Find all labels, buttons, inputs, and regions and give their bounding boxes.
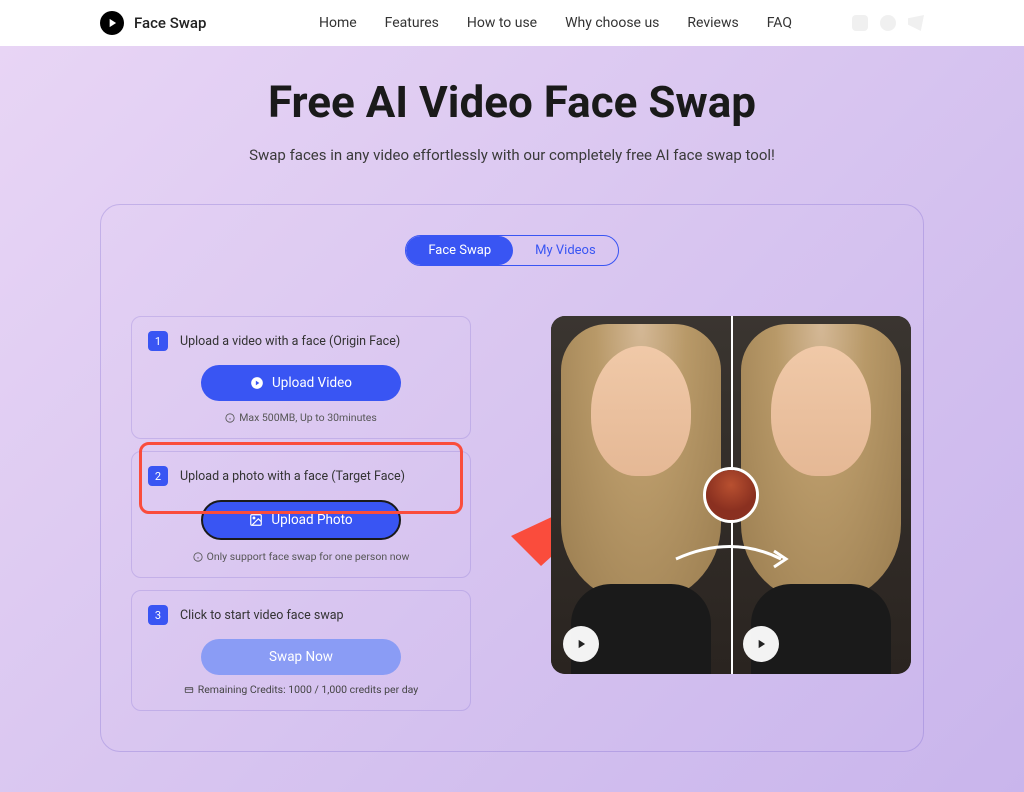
tab-group: Face Swap My Videos bbox=[405, 235, 618, 266]
credits-text: Remaining Credits: 1000 / 1,000 credits … bbox=[148, 683, 454, 696]
play-icon bbox=[574, 637, 588, 651]
main-content: 1 Upload a video with a face (Origin Fac… bbox=[131, 316, 893, 711]
nav: Home Features How to use Why choose us R… bbox=[319, 15, 792, 31]
play-right-button[interactable] bbox=[743, 626, 779, 662]
social-links bbox=[852, 15, 924, 31]
main-card: Face Swap My Videos 1 Upload a video wit… bbox=[100, 204, 924, 752]
step-2-text: Upload a photo with a face (Target Face) bbox=[180, 469, 405, 484]
twitter-icon[interactable] bbox=[908, 15, 924, 31]
swap-now-label: Swap Now bbox=[269, 649, 333, 665]
step-3-text: Click to start video face swap bbox=[180, 608, 344, 623]
play-left-button[interactable] bbox=[563, 626, 599, 662]
swap-now-button[interactable]: Swap Now bbox=[201, 639, 401, 675]
brand-text: Face Swap bbox=[134, 14, 206, 32]
header: Face Swap Home Features How to use Why c… bbox=[0, 0, 1024, 46]
facebook-icon[interactable] bbox=[880, 15, 896, 31]
step-1-number: 1 bbox=[148, 331, 168, 351]
info-icon bbox=[225, 413, 235, 423]
upload-photo-button[interactable]: Upload Photo bbox=[201, 500, 401, 540]
instagram-icon[interactable] bbox=[852, 15, 868, 31]
swap-arrow-icon bbox=[666, 539, 796, 579]
preview-panel bbox=[551, 316, 911, 674]
hero-section: Free AI Video Face Swap Swap faces in an… bbox=[0, 46, 1024, 792]
step-2-number: 2 bbox=[148, 466, 168, 486]
page-subtitle: Swap faces in any video effortlessly wit… bbox=[100, 146, 924, 164]
nav-features[interactable]: Features bbox=[385, 15, 439, 31]
play-icon bbox=[754, 637, 768, 651]
step-1: 1 Upload a video with a face (Origin Fac… bbox=[131, 316, 471, 439]
nav-why-choose-us[interactable]: Why choose us bbox=[565, 15, 659, 31]
credits-icon bbox=[184, 685, 194, 695]
nav-faq[interactable]: FAQ bbox=[767, 15, 792, 31]
logo[interactable]: Face Swap bbox=[100, 11, 206, 35]
logo-icon bbox=[100, 11, 124, 35]
tabs: Face Swap My Videos bbox=[131, 235, 893, 266]
step-2: 2 Upload a photo with a face (Target Fac… bbox=[131, 451, 471, 578]
preview-image bbox=[551, 316, 911, 674]
nav-how-to-use[interactable]: How to use bbox=[467, 15, 537, 31]
target-face-circle bbox=[703, 467, 759, 523]
upload-photo-label: Upload Photo bbox=[271, 512, 352, 528]
steps-panel: 1 Upload a video with a face (Origin Fac… bbox=[131, 316, 471, 711]
image-icon bbox=[249, 513, 263, 527]
tab-face-swap[interactable]: Face Swap bbox=[406, 236, 513, 265]
nav-reviews[interactable]: Reviews bbox=[687, 15, 738, 31]
upload-video-label: Upload Video bbox=[272, 375, 352, 391]
nav-home[interactable]: Home bbox=[319, 15, 357, 31]
step-1-note: Max 500MB, Up to 30minutes bbox=[148, 411, 454, 424]
step-1-text: Upload a video with a face (Origin Face) bbox=[180, 334, 400, 349]
page-title: Free AI Video Face Swap bbox=[100, 76, 924, 128]
tab-my-videos[interactable]: My Videos bbox=[513, 236, 618, 265]
step-3-number: 3 bbox=[148, 605, 168, 625]
step-2-note: Only support face swap for one person no… bbox=[148, 550, 454, 563]
info-icon bbox=[193, 552, 203, 562]
play-circle-icon bbox=[250, 376, 264, 390]
step-3: 3 Click to start video face swap Swap No… bbox=[131, 590, 471, 711]
upload-video-button[interactable]: Upload Video bbox=[201, 365, 401, 401]
